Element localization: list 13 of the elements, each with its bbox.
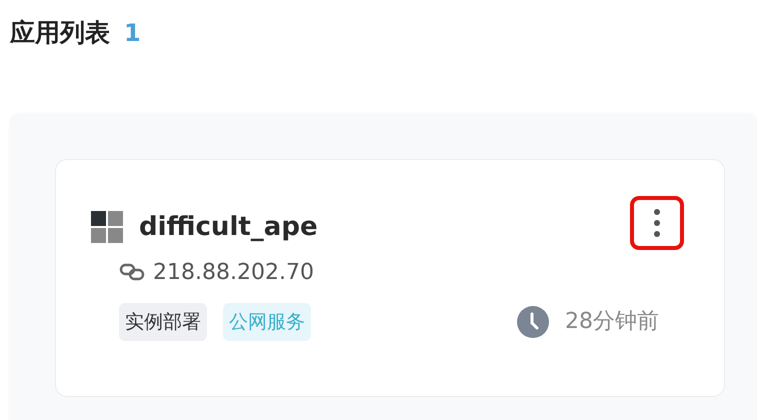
grid-icon [91,211,123,243]
tag: 实例部署 [119,302,207,342]
clock-icon [517,306,549,338]
page-title: 应用列表 [10,17,110,49]
app-count: 1 [124,18,141,49]
app-name[interactable]: difficult_ape [139,208,318,246]
more-button[interactable] [630,196,684,250]
link-icon [119,263,145,281]
app-card[interactable]: difficult_ape 218.88.202.70 实例部署 公网服务 28分钟前 [55,158,725,396]
tag: 公网服务 [223,302,311,342]
updated-time: 28分钟前 [565,308,659,336]
more-icon [653,208,661,238]
ip-address: 218.88.202.70 [153,258,314,286]
